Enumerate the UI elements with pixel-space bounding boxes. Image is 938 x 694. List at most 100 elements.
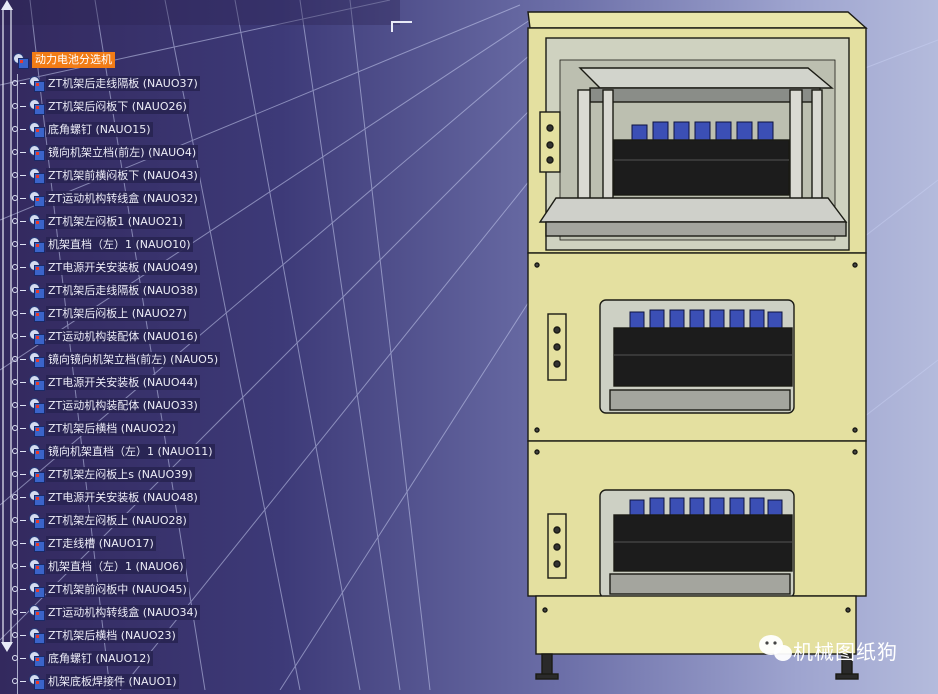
tree-node-dot[interactable] [12, 655, 18, 661]
tree-item[interactable]: ZT机架左闷板上 (NAUO28) [12, 511, 189, 529]
tree-item[interactable]: ZT运动机构转线盒 (NAUO34) [12, 603, 200, 621]
tree-item-label[interactable]: ZT机架后闷板上 (NAUO27) [46, 305, 189, 321]
tree-node-dot[interactable] [12, 126, 18, 132]
tree-node-dot[interactable] [12, 333, 18, 339]
tree-node-dot[interactable] [12, 172, 18, 178]
tree-item-label[interactable]: ZT走线槽 (NAUO17) [46, 535, 156, 551]
tree-item[interactable]: 机架底板焊接件 (NAUO1) [12, 672, 179, 690]
tree-node-dot[interactable] [12, 264, 18, 270]
tree-item-label[interactable]: ZT电源开关安装板 (NAUO49) [46, 259, 200, 275]
tree-node-dot[interactable] [12, 149, 18, 155]
part-icon [28, 535, 45, 552]
tree-connector [20, 312, 26, 314]
tree-item[interactable]: 底角螺钉 (NAUO12) [12, 649, 153, 667]
tree-node-dot[interactable] [12, 678, 18, 684]
part-icon [28, 512, 45, 529]
tree-connector [20, 404, 26, 406]
tree-item-label[interactable]: ZT运动机构装配体 (NAUO33) [46, 397, 200, 413]
tree-item-label[interactable]: ZT机架左闷板1 (NAUO21) [46, 213, 185, 229]
tree-item[interactable]: ZT电源开关安装板 (NAUO48) [12, 488, 200, 506]
battery-sorter-machine-model[interactable] [527, 11, 868, 680]
tree-node-dot[interactable] [12, 402, 18, 408]
tree-item-label[interactable]: 机架底板焊接件 (NAUO1) [46, 673, 179, 689]
tree-item[interactable]: 镜向镜向机架立档(前左) (NAUO5) [12, 350, 221, 368]
tree-item[interactable]: 机架直档（左）1 (NAUO6) [12, 557, 186, 575]
tree-item[interactable]: ZT机架后闷板上 (NAUO27) [12, 304, 189, 322]
tree-node-dot[interactable] [12, 80, 18, 86]
tree-item[interactable]: 底角螺钉 (NAUO15) [12, 120, 153, 138]
tree-item[interactable]: ZT机架前横闷板下 (NAUO43) [12, 166, 200, 184]
tree-item[interactable]: ZT机架左闷板1 (NAUO21) [12, 212, 185, 230]
part-icon [28, 374, 45, 391]
tree-item-label[interactable]: ZT机架后走线隔板 (NAUO38) [46, 282, 200, 298]
tree-item-label[interactable]: ZT机架前闷板中 (NAUO45) [46, 581, 189, 597]
tree-node-dot[interactable] [12, 103, 18, 109]
tree-node-dot[interactable] [12, 609, 18, 615]
tree-item-label[interactable]: ZT机架后横档 (NAUO22) [46, 420, 178, 436]
tree-item[interactable]: ZT走线槽 (NAUO17) [12, 534, 156, 552]
tree-item-label[interactable]: ZT机架后闷板下 (NAUO26) [46, 98, 189, 114]
tree-node-dot[interactable] [12, 425, 18, 431]
product-icon [12, 52, 29, 69]
tree-root[interactable]: 动力电池分选机 [12, 51, 115, 69]
tree-node-dot[interactable] [12, 195, 18, 201]
tree-item[interactable]: ZT机架后走线隔板 (NAUO38) [12, 281, 200, 299]
tree-connector [20, 450, 26, 452]
tree-node-dot[interactable] [12, 471, 18, 477]
part-icon [28, 259, 45, 276]
tree-item-label[interactable]: ZT机架后走线隔板 (NAUO37) [46, 75, 200, 91]
tree-item[interactable]: ZT运动机构装配体 (NAUO16) [12, 327, 200, 345]
tree-item[interactable]: ZT运动机构装配体 (NAUO33) [12, 396, 200, 414]
tree-node-dot[interactable] [12, 241, 18, 247]
tree-item-label[interactable]: 机架直档（左）1 (NAUO10) [46, 236, 193, 252]
tree-item-label[interactable]: 镜向镜向机架立档(前左) (NAUO5) [46, 351, 221, 367]
part-icon [28, 351, 45, 368]
tree-item-label[interactable]: 底角螺钉 (NAUO15) [46, 121, 153, 137]
part-icon [28, 121, 45, 138]
tree-root-label[interactable]: 动力电池分选机 [32, 52, 115, 68]
tree-node-dot[interactable] [12, 494, 18, 500]
tree-item-label[interactable]: ZT电源开关安装板 (NAUO48) [46, 489, 200, 505]
tree-item[interactable]: ZT电源开关安装板 (NAUO49) [12, 258, 200, 276]
tree-node-dot[interactable] [12, 632, 18, 638]
tree-node-dot[interactable] [12, 586, 18, 592]
tree-node-dot[interactable] [12, 356, 18, 362]
tree-item-label[interactable]: ZT机架左闷板上 (NAUO28) [46, 512, 189, 528]
tree-item[interactable]: ZT电源开关安装板 (NAUO44) [12, 373, 200, 391]
tree-item-label[interactable]: 底角螺钉 (NAUO12) [46, 650, 153, 666]
tree-item-label[interactable]: 镜向机架直档（左）1 (NAUO11) [46, 443, 215, 459]
tree-item-label[interactable]: ZT运动机构转线盒 (NAUO32) [46, 190, 200, 206]
tree-item[interactable]: ZT机架后横档 (NAUO23) [12, 626, 178, 644]
tree-node-dot[interactable] [12, 218, 18, 224]
tree-item[interactable]: 机架直档（左）1 (NAUO10) [12, 235, 193, 253]
part-icon [28, 167, 45, 184]
tree-item-label[interactable]: ZT机架后横档 (NAUO23) [46, 627, 178, 643]
tree-item-label[interactable]: ZT运动机构装配体 (NAUO16) [46, 328, 200, 344]
tree-item[interactable]: ZT机架后闷板下 (NAUO26) [12, 97, 189, 115]
tree-item-label[interactable]: ZT运动机构转线盒 (NAUO34) [46, 604, 200, 620]
tree-item-label[interactable]: ZT机架左闷板上s (NAUO39) [46, 466, 195, 482]
tree-node-dot[interactable] [12, 379, 18, 385]
tree-item-label[interactable]: ZT电源开关安装板 (NAUO44) [46, 374, 200, 390]
tree-item[interactable]: ZT机架后走线隔板 (NAUO37) [12, 74, 200, 92]
tree-item-label[interactable]: ZT机架前横闷板下 (NAUO43) [46, 167, 200, 183]
tree-connector [20, 519, 26, 521]
tree-node-dot[interactable] [12, 310, 18, 316]
tree-item[interactable]: 镜向机架立档(前左) (NAUO4) [12, 143, 199, 161]
tree-node-dot[interactable] [12, 563, 18, 569]
tree-item[interactable]: ZT机架左闷板上s (NAUO39) [12, 465, 195, 483]
tree-item[interactable]: ZT运动机构转线盒 (NAUO32) [12, 189, 200, 207]
tree-item[interactable]: 镜向机架直档（左）1 (NAUO11) [12, 442, 215, 460]
tree-node-dot[interactable] [12, 517, 18, 523]
tree-item[interactable]: ZT机架后横档 (NAUO22) [12, 419, 178, 437]
tree-item-label[interactable]: 机架直档（左）1 (NAUO6) [46, 558, 186, 574]
tree-connector [20, 496, 26, 498]
tree-node-dot[interactable] [12, 287, 18, 293]
tree-node-dot[interactable] [12, 540, 18, 546]
tree-connector [20, 473, 26, 475]
tree-connector [20, 657, 26, 659]
tree-connector [20, 82, 26, 84]
tree-node-dot[interactable] [12, 448, 18, 454]
tree-item-label[interactable]: 镜向机架立档(前左) (NAUO4) [46, 144, 199, 160]
tree-item[interactable]: ZT机架前闷板中 (NAUO45) [12, 580, 189, 598]
